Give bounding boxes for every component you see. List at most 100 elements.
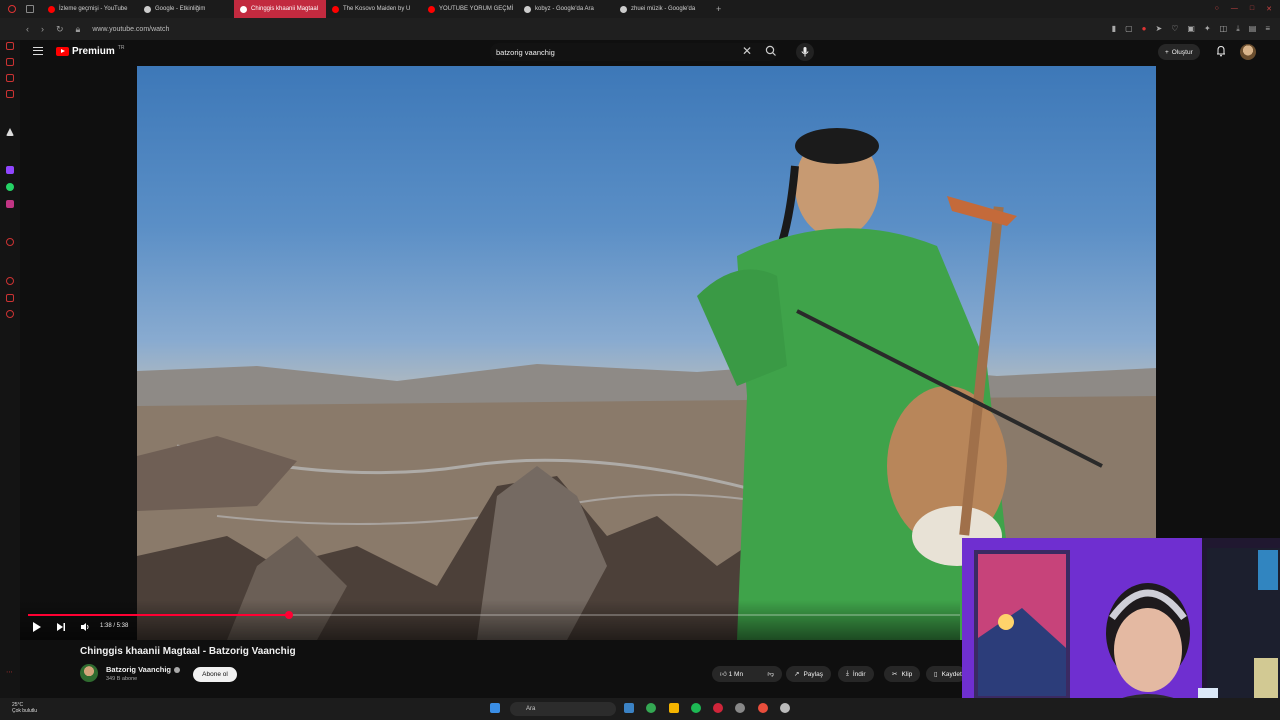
speed-dial-icon[interactable] [6,58,14,66]
volume-icon[interactable] [80,620,90,634]
browser-toolbar-icons: ▮ ▢ ● ➤ ♡ ▣ ✦ ◫ ⤓ ▤ ≡ [1112,24,1280,34]
task-view-icon[interactable] [624,703,634,713]
share-button[interactable]: ↗ Paylaş [786,666,831,682]
heart-icon[interactable]: ♡ [1171,24,1178,34]
easy-setup-icon[interactable]: ▤ [1249,24,1257,34]
close-window-icon[interactable]: ✕ [1266,5,1272,13]
search-input[interactable]: batzorig vaanchig [490,43,778,61]
create-button[interactable]: + Oluştur [1158,44,1200,60]
wallet-icon[interactable]: ◫ [1220,24,1228,34]
clock-icon[interactable] [6,277,14,285]
minimize-icon[interactable]: — [1231,5,1238,13]
puzzle-icon[interactable]: ✦ [1204,24,1211,34]
cube-icon[interactable] [6,294,14,302]
clip-button[interactable]: ✂ Klip [884,666,921,682]
player-icon[interactable] [6,238,14,246]
file-explorer-icon[interactable] [669,703,679,713]
more-icon[interactable]: ⋯ [6,668,14,676]
weather-widget[interactable]: 25°C Çok bulutlu [12,702,37,714]
tab-history[interactable]: İzleme geçmişi - YouTube [42,0,138,18]
youtube-icon [332,5,339,13]
download-icon: ⤓ [846,670,849,677]
taskbar-search[interactable]: Ara [510,702,616,716]
flow-icon[interactable] [6,90,14,98]
whatsapp-icon[interactable] [6,183,14,191]
app-taskbar-icon[interactable] [758,703,768,713]
steam-icon[interactable] [780,703,790,713]
tab-zhuei-search[interactable]: zhuei müzik - Google'da [614,0,710,18]
taskbar-search-label: Ara [526,706,536,712]
tab-label: Google - Etkinliğim [155,6,206,12]
reload-icon[interactable]: ↻ [56,24,64,35]
google-icon [524,5,531,13]
bookmark-icon[interactable]: ▮ [1112,24,1116,34]
progress-played [28,614,289,616]
download-icon[interactable]: ⤓ [1236,24,1240,34]
bookmarks-icon[interactable] [6,74,14,82]
youtube-logo[interactable]: Premium TR [56,45,124,57]
chrome-icon[interactable] [646,703,656,713]
video-time: 1:38 / 5:38 [100,623,129,629]
tab-comment-history[interactable]: YOUTUBE YORUM GEÇMİ [422,0,518,18]
lock-icon: 🔒︎ [75,23,81,34]
windows-start-icon[interactable] [490,703,500,713]
history-icon[interactable] [6,42,14,50]
plus-icon: + [1165,48,1169,56]
create-label: Oluştur [1171,48,1193,56]
like-button[interactable]: 👍︎ 1 Mn [720,670,743,678]
url-field[interactable]: www.youtube.com/watch [92,26,169,33]
thumbs-down-icon[interactable]: 👎︎ [767,670,774,678]
youtube-icon [240,5,247,13]
share-label: Paylaş [803,670,823,678]
thumbs-up-icon: 👍︎ [720,671,727,678]
next-icon[interactable] [56,620,66,634]
weather-desc: Çok bulutlu [12,708,38,714]
settings-icon[interactable] [6,310,14,318]
menu-icon[interactable]: ≡ [1265,24,1270,34]
webcam-overlay [962,538,1280,720]
tab-current-video[interactable]: Chinggis khaanii Magtaal [234,0,326,18]
play-icon[interactable] [32,620,42,634]
send-icon[interactable]: ➤ [1156,24,1163,34]
tab-kobyz-search[interactable]: kobyz - Google'da Ara [518,0,614,18]
subscriber-count: 349 B abone [106,676,138,682]
window-controls: ○ — □ ✕ [1215,5,1280,13]
save-label: Kaydet [941,670,962,678]
shield-icon[interactable]: ● [1142,24,1147,34]
voice-search-button[interactable] [796,43,814,61]
spotify-icon[interactable] [691,703,701,713]
account-avatar[interactable] [1240,44,1256,60]
webcam-feed [962,538,1280,720]
tab-label: zhuei müzik - Google'da [631,6,696,12]
video-progress-bar[interactable] [28,611,960,619]
download-button[interactable]: ⤓ İndir [838,666,874,682]
hamburger-menu-icon[interactable] [33,47,43,55]
player-controls-gradient [20,600,960,640]
address-bar: ‹ › ↻ 🔒︎ www.youtube.com/watch ▮ ▢ ● ➤ ♡… [0,18,1280,40]
opera-icon[interactable] [8,5,16,13]
tab-menu-icon[interactable] [26,5,34,13]
search-tabs-icon[interactable]: ○ [1215,5,1219,13]
clear-search-icon[interactable]: ✕ [742,44,752,58]
opera-taskbar-icon[interactable] [713,703,723,713]
channel-avatar[interactable] [80,664,98,682]
like-dislike-group: 👍︎ 1 Mn 👎︎ [712,666,782,682]
settings-taskbar-icon[interactable] [735,703,745,713]
progress-scrubber[interactable] [284,611,293,619]
subscribe-button[interactable]: Abone ol [193,667,237,682]
save-button[interactable]: ▯ Kaydet [926,666,966,682]
maximize-icon[interactable]: □ [1250,5,1254,13]
tab-google-activity[interactable]: Google - Etkinliğim [138,0,234,18]
forward-icon[interactable]: › [41,24,44,35]
extensions-icon[interactable]: ▢ [1125,24,1133,34]
instagram-icon[interactable] [6,200,14,208]
pin-icon[interactable]: ▣ [1187,24,1195,34]
twitch-icon[interactable] [6,166,14,174]
tab-kosovo-maiden[interactable]: The Kosovo Maiden by U [326,0,422,18]
search-icon[interactable] [764,44,778,58]
notifications-bell-icon[interactable] [1216,45,1226,57]
back-icon[interactable]: ‹ [26,24,29,35]
aria-icon[interactable] [6,128,14,136]
new-tab-button[interactable]: + [710,4,727,14]
channel-name[interactable]: Batzorig Vaanchig [106,665,181,674]
